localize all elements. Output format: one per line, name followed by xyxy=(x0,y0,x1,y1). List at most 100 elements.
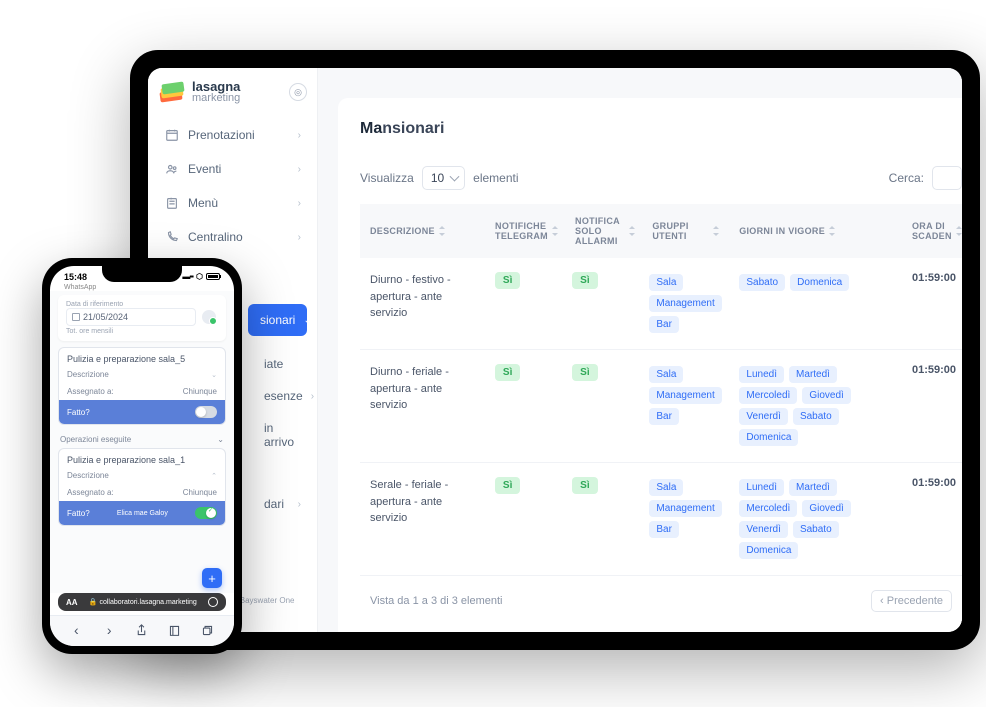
group-tag: Sala xyxy=(649,366,683,383)
battery-icon xyxy=(206,273,220,280)
table-controls: Visualizza 10 elementi Cerca: xyxy=(360,166,962,190)
day-tag: Sabato xyxy=(793,408,839,425)
ref-date-input[interactable]: 21/05/2024 xyxy=(66,308,196,326)
chevron-right-icon: › xyxy=(298,232,301,243)
nav-centralino[interactable]: Centralino › xyxy=(158,220,307,254)
column-ora[interactable]: ORA DI SCADEN xyxy=(902,216,962,246)
cell-allarmi: Sì xyxy=(562,272,639,335)
cell-telegram: Sì xyxy=(485,272,562,335)
yes-badge: Sì xyxy=(495,364,520,381)
task-assigned-row: Assegnato a: Chiunque xyxy=(59,484,225,501)
column-descrizione[interactable]: DESCRIZIONE xyxy=(360,216,485,246)
table-footer: Vista da 1 a 3 di 3 elementi ‹ Precedent… xyxy=(360,576,962,626)
nav-menu[interactable]: Menù › xyxy=(158,186,307,220)
group-tag: Management xyxy=(649,295,721,312)
calendar-icon xyxy=(72,313,80,321)
tabs-button[interactable] xyxy=(200,622,216,638)
logo-mark-icon xyxy=(158,81,186,103)
operations-header[interactable]: Operazioni eseguite ⌄ xyxy=(58,431,226,448)
day-tag: Martedì xyxy=(789,366,837,383)
wifi-icon: ⬡ xyxy=(196,272,203,281)
day-tag: Venerdì xyxy=(739,408,787,425)
task-card: Pulizia e preparazione sala_1 Descrizion… xyxy=(58,448,226,526)
reload-icon[interactable] xyxy=(208,597,218,607)
browser-url-bar[interactable]: AA 🔒 collaboratori.lasagna.marketing xyxy=(58,593,226,611)
day-tag: Domenica xyxy=(739,429,798,446)
task-done-row: Fatto? Elica mae Galoy xyxy=(59,501,225,525)
nav-label: in arrivo xyxy=(264,421,301,449)
chevron-down-icon: ⌄ xyxy=(217,435,224,444)
cell-giorni: Lunedì Martedì Mercoledì Giovedì Venerdì… xyxy=(729,477,902,561)
user-avatar[interactable] xyxy=(200,308,218,326)
day-tag: Sabato xyxy=(793,521,839,538)
nav-label: dari xyxy=(264,497,284,511)
table-row: Serale - feriale - apertura - ante servi… xyxy=(360,463,962,576)
logo-text: lasagna marketing xyxy=(192,80,240,104)
nav-label: Prenotazioni xyxy=(188,128,255,142)
menu-board-icon xyxy=(164,195,180,211)
add-button[interactable]: + xyxy=(202,568,222,588)
nav-label: Eventi xyxy=(188,162,221,176)
yes-badge: Sì xyxy=(495,272,520,289)
cell-allarmi: Sì xyxy=(562,477,639,561)
column-telegram[interactable]: NOTIFICHE TELEGRAM xyxy=(485,216,565,246)
nav-eventi[interactable]: Eventi › xyxy=(158,152,307,186)
page-title: Mansionari xyxy=(360,120,962,138)
yes-badge: Sì xyxy=(495,477,520,494)
nav-prenotazioni[interactable]: Prenotazioni › xyxy=(158,118,307,152)
back-button[interactable]: ‹ xyxy=(68,622,84,638)
url-text: 🔒 collaboratori.lasagna.marketing xyxy=(84,598,202,606)
page-size-select[interactable]: 10 xyxy=(422,166,465,190)
done-toggle[interactable] xyxy=(195,507,217,519)
task-card: Pulizia e preparazione sala_5 Descrizion… xyxy=(58,347,226,425)
cell-desc: Diurno - feriale - apertura - ante servi… xyxy=(360,364,485,448)
collapse-sidebar-button[interactable]: ◎ xyxy=(289,83,307,101)
table-row: Diurno - festivo - apertura - ante servi… xyxy=(360,258,962,350)
nav-partial-item[interactable]: in arrivo xyxy=(258,412,307,458)
ref-date-label: Data di riferimento xyxy=(66,301,218,308)
task-desc-row[interactable]: Descrizione ⌃ xyxy=(59,467,225,484)
group-tag: Sala xyxy=(649,274,683,291)
task-desc-row[interactable]: Descrizione ⌄ xyxy=(59,366,225,383)
share-button[interactable] xyxy=(134,622,150,638)
prev-page-button[interactable]: ‹ Precedente xyxy=(871,590,952,612)
cell-giorni: Lunedì Martedì Mercoledì Giovedì Venerdì… xyxy=(729,364,902,448)
chevron-right-icon: › xyxy=(311,391,314,402)
phone-content: Data di riferimento 21/05/2024 Tot. ore … xyxy=(50,291,234,593)
cell-allarmi: Sì xyxy=(562,364,639,448)
nav-partial-item[interactable]: dari › xyxy=(258,488,307,520)
pagination: ‹ Precedente xyxy=(871,590,952,612)
column-gruppi[interactable]: GRUPPI UTENTI xyxy=(642,216,729,246)
text-size-button[interactable]: AA xyxy=(66,598,78,607)
search-input[interactable] xyxy=(932,166,962,190)
cell-telegram: Sì xyxy=(485,477,562,561)
cell-time: 01:59:00 xyxy=(902,477,962,561)
day-tag: Venerdì xyxy=(739,521,787,538)
forward-button[interactable]: › xyxy=(101,622,117,638)
cell-gruppi: Sala Management Bar xyxy=(639,272,729,335)
chevron-right-icon: › xyxy=(298,198,301,209)
nav-partial-item[interactable]: esenze › xyxy=(258,380,307,412)
sort-icon xyxy=(629,226,632,236)
group-tag: Bar xyxy=(649,521,679,538)
sort-icon xyxy=(439,226,447,236)
group-tag: Bar xyxy=(649,408,679,425)
nav-label: Menù xyxy=(188,196,218,210)
cell-gruppi: Sala Management Bar xyxy=(639,364,729,448)
day-tag: Mercoledì xyxy=(739,500,797,517)
cell-telegram: Sì xyxy=(485,364,562,448)
done-toggle[interactable] xyxy=(195,406,217,418)
nav-label: sionari xyxy=(260,313,295,327)
show-label-post: elementi xyxy=(473,171,518,185)
column-allarmi[interactable]: NOTIFICA SOLO ALLARMI xyxy=(565,216,642,246)
group-tag: Bar xyxy=(649,316,679,333)
cell-time: 01:59:00 xyxy=(902,272,962,335)
nav-mansionari-active[interactable]: sionari ⌄ xyxy=(248,304,307,336)
bookmarks-button[interactable] xyxy=(167,622,183,638)
browser-toolbar: ‹ › xyxy=(50,615,234,646)
nav-partial-item[interactable]: iate xyxy=(258,348,307,380)
done-by-text: Elica mae Galoy xyxy=(117,510,168,517)
column-giorni[interactable]: GIORNI IN VIGORE xyxy=(729,216,902,246)
day-tag: Martedì xyxy=(789,479,837,496)
yes-badge: Sì xyxy=(572,477,597,494)
